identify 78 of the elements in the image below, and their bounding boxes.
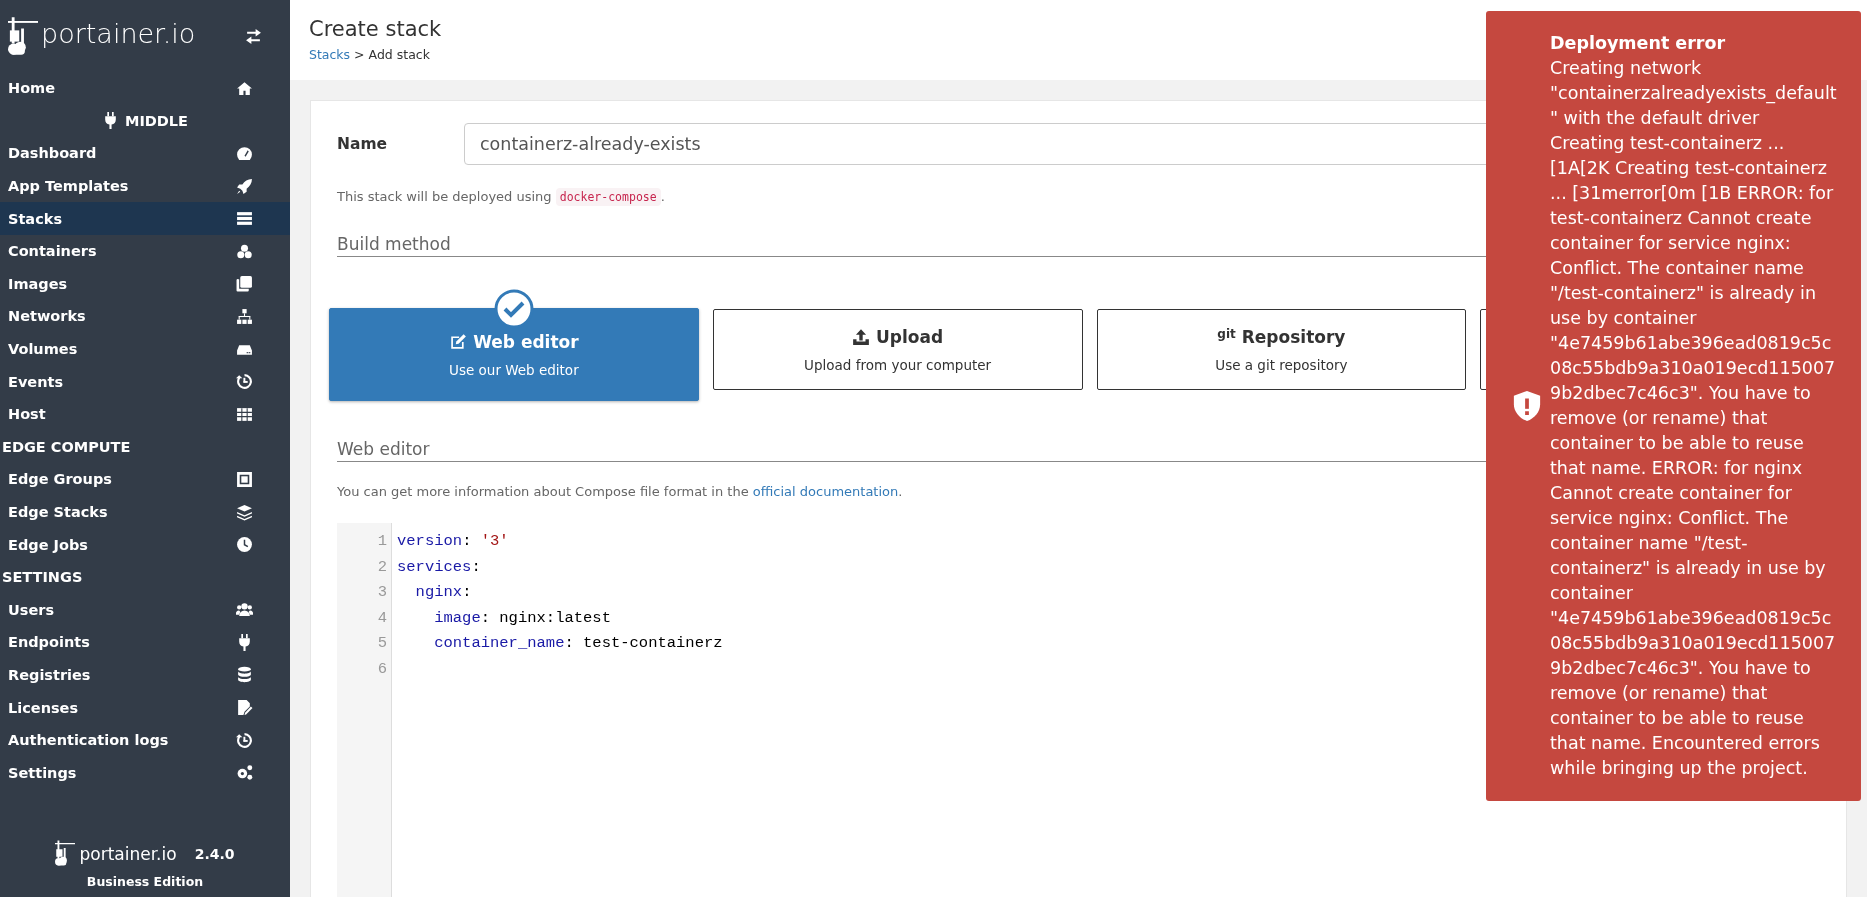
line-number: 3 [376, 582, 388, 604]
frame-icon [236, 470, 253, 488]
edit-icon [449, 332, 468, 351]
sidebar-item[interactable]: Edge Stacks [0, 495, 290, 529]
sidebar-item[interactable]: Stacks [0, 202, 290, 235]
build-method-card[interactable]: git Repository Use a git repository [1096, 309, 1467, 390]
sidebar-item[interactable]: Images [0, 267, 290, 301]
sidebar-item[interactable]: App Templates [0, 169, 290, 203]
sidebar-item[interactable]: Home [0, 72, 290, 105]
document-edit-icon [236, 699, 253, 717]
sidebar-section-title: SETTINGS [1, 568, 84, 588]
sidebar-item[interactable]: Endpoints [0, 626, 290, 659]
version-label: 2.4.0 [194, 846, 235, 864]
grid-icon [236, 405, 253, 423]
edition-label: Business Edition [86, 874, 204, 889]
build-method-card[interactable]: Upload Upload from your computer [712, 309, 1083, 390]
line-number: 4 [376, 607, 388, 629]
list-icon [236, 210, 253, 228]
card-subtitle: Upload from your computer [804, 356, 992, 373]
cubes-icon [236, 242, 253, 260]
endpoint-name: MIDDLE [124, 112, 188, 129]
documentation-link[interactable]: official documentation [752, 484, 899, 499]
sidebar-item[interactable]: Host [0, 397, 290, 431]
card-subtitle: Use a git repository [1215, 356, 1348, 373]
check-circle-icon [493, 289, 534, 329]
home-icon [236, 79, 253, 97]
sidebar-section-title: EDGE COMPUTE [1, 437, 132, 457]
git-label: git [1217, 326, 1236, 341]
sidebar-item[interactable]: Events [0, 365, 290, 398]
database-icon [236, 666, 253, 684]
page-title: Create stack [309, 17, 443, 41]
shield-alert-icon [1512, 391, 1542, 421]
code-line: container_name: test-containerz [433, 634, 723, 653]
build-method-card[interactable]: Web editor Use our Web editor [329, 308, 699, 401]
swap-button[interactable] [245, 27, 262, 45]
sidebar-item[interactable]: Licenses [0, 691, 290, 724]
brand-name: portainer.io [41, 18, 196, 51]
line-number: 2 [376, 556, 388, 578]
settings-icon [236, 764, 253, 782]
card-title: Web editor [473, 331, 579, 352]
sidebar-item[interactable]: Registries [0, 658, 290, 692]
card-subtitle: Use our Web editor [449, 361, 579, 378]
sidebar-item[interactable]: Containers [0, 234, 290, 268]
notification-title: Deployment error [1550, 32, 1727, 55]
clock-icon [236, 536, 253, 554]
sidebar-item[interactable]: Networks [0, 300, 290, 333]
sidebar-item[interactable]: Edge Jobs [0, 528, 290, 561]
breadcrumb-link[interactable]: Stacks [309, 47, 351, 62]
swap-arrows-icon [245, 27, 262, 45]
sidebar-item[interactable]: Volumes [0, 332, 290, 366]
crane-logo-icon [55, 838, 76, 868]
gauge-icon [236, 145, 253, 162]
line-number: 1 [376, 531, 388, 552]
plug-icon [236, 633, 253, 651]
upload-icon [852, 327, 871, 346]
rocket-icon [236, 177, 253, 195]
code-line: version: '3' [397, 532, 509, 550]
sidebar-item[interactable]: Users [0, 593, 290, 627]
sidebar-item[interactable]: Authentication logs [0, 723, 290, 757]
card-title: Upload [876, 326, 944, 347]
code-line: services: [397, 557, 481, 576]
line-number: 5 [376, 633, 388, 655]
line-number: 6 [376, 658, 388, 680]
card-title: Repository [1241, 326, 1346, 347]
sidebar-item[interactable]: Dashboard [0, 137, 290, 170]
brand-name: portainer.io [79, 844, 177, 866]
history-icon [236, 373, 253, 391]
name-label: Name [337, 135, 389, 153]
layers-icon [236, 503, 253, 521]
code-line: nginx: [414, 583, 472, 602]
code-line: image: nginx:latest [433, 608, 611, 627]
sidebar-item[interactable]: Settings [0, 756, 290, 790]
breadcrumb-text: > Add stack [353, 47, 430, 62]
history-icon [236, 731, 253, 749]
copy-icon [236, 275, 253, 293]
users-icon [236, 601, 253, 619]
sitemap-icon [236, 307, 253, 325]
sidebar-item[interactable]: Edge Groups [0, 463, 290, 496]
